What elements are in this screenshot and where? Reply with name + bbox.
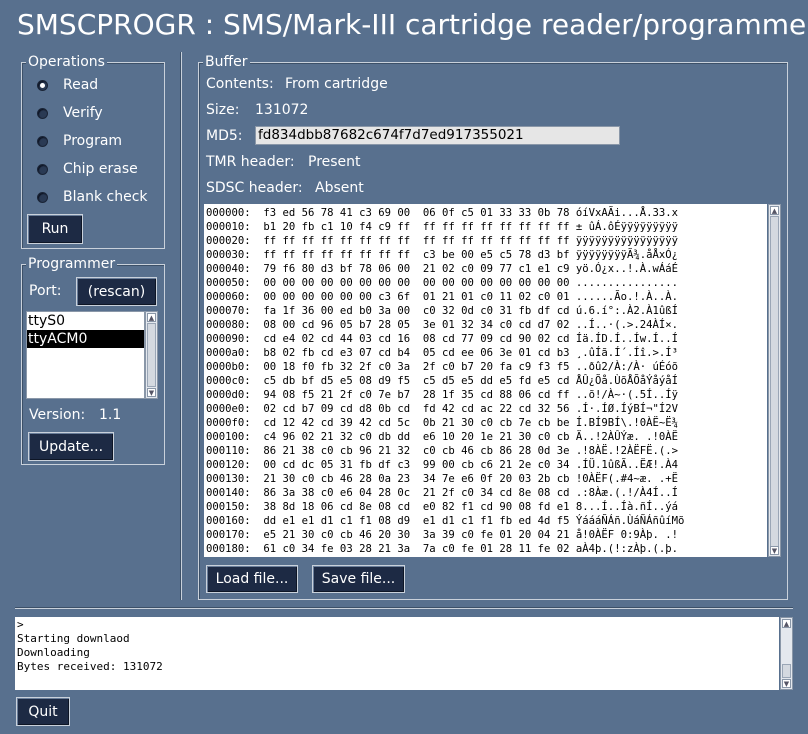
operation-option-read[interactable]: Read xyxy=(37,75,98,95)
scroll-up-icon[interactable]: ▲ xyxy=(770,206,779,215)
operation-option-label: Program xyxy=(63,133,123,149)
scroll-down-icon[interactable]: ▼ xyxy=(770,546,779,555)
scroll-up-icon[interactable]: ▲ xyxy=(782,619,791,628)
hex-dump-line: 0000f0: cd 12 42 cd 39 42 cd 5c 0b 21 30… xyxy=(206,417,678,429)
operation-option-label: Chip erase xyxy=(63,161,138,177)
radio-button[interactable] xyxy=(37,107,48,119)
hex-dump-line: 000120: 00 cd dc 05 31 fb df c3 99 00 cb… xyxy=(206,459,678,471)
hex-dump-line: 000170: e5 21 30 c0 cb 46 20 30 3a 39 c0… xyxy=(206,529,678,541)
hex-dump-line: 000140: 86 3a 38 c0 e6 04 28 0c 21 2f c0… xyxy=(206,487,678,499)
operation-option-chip-erase[interactable]: Chip erase xyxy=(37,159,138,179)
console-output[interactable]: > Starting downlaod Downloading Bytes recei… xyxy=(15,617,779,690)
hex-dump-view[interactable]: 000000: f3 ed 56 78 41 c3 69 00 06 0f c5… xyxy=(204,204,767,557)
size-value: 131072 xyxy=(255,102,309,118)
vertical-separator xyxy=(180,52,182,600)
hex-dump-scrollbar[interactable]: ▲ ▼ xyxy=(768,204,781,557)
run-button[interactable]: Run xyxy=(27,214,83,244)
hex-dump-line: 000020: ff ff ff ff ff ff ff ff ff ff ff… xyxy=(206,235,678,247)
hex-dump-line: 000090: cd e4 02 cd 44 03 cd 16 08 cd 77… xyxy=(206,333,678,345)
hex-dump-line: 000110: 86 21 38 c0 cb 96 21 32 c0 cb 46… xyxy=(206,445,678,457)
window-title: SMSCPROGR : SMS/Mark-III cartridge reade… xyxy=(17,8,808,41)
save-file-button[interactable]: Save file... xyxy=(312,565,405,593)
scroll-thumb[interactable] xyxy=(782,664,791,678)
port-list[interactable]: ttyS0 ttyACM0 ▲ ▼ xyxy=(26,311,158,399)
port-list-scrollbar[interactable]: ▲ ▼ xyxy=(145,311,158,399)
radio-button[interactable] xyxy=(37,163,48,175)
tmr-header-value: Present xyxy=(308,154,361,170)
console-scrollbar[interactable]: ▲ ▼ xyxy=(780,617,793,690)
hex-dump-line: 000030: ff ff ff ff ff ff ff ff c3 be 00… xyxy=(206,249,678,261)
programmer-legend: Programmer xyxy=(26,256,118,272)
scroll-thumb[interactable] xyxy=(770,216,779,547)
operation-option-verify[interactable]: Verify xyxy=(37,103,103,123)
console-line: > xyxy=(17,618,24,631)
hex-dump-line: 000040: 79 f6 80 d3 bf 78 06 00 21 02 c0… xyxy=(206,263,678,275)
port-list-item[interactable]: ttyS0 xyxy=(27,312,144,330)
operation-option-label: Blank check xyxy=(63,189,148,205)
quit-button[interactable]: Quit xyxy=(16,697,70,726)
hex-dump-line: 000100: c4 96 02 21 32 c0 db dd e6 10 20… xyxy=(206,431,678,443)
hex-dump-line: 000000: f3 ed 56 78 41 c3 69 00 06 0f c5… xyxy=(206,207,678,219)
port-label: Port: xyxy=(29,283,62,299)
operation-option-program[interactable]: Program xyxy=(37,131,122,151)
hex-dump-line: 000130: 21 30 c0 cb 46 28 0a 23 34 7e e6… xyxy=(206,473,678,485)
hex-dump-line: 000150: 38 8d 18 06 cd 8e 08 cd e0 82 f1… xyxy=(206,501,678,513)
hex-dump-line: 000070: fa 1f 36 00 ed b0 3a 00 c0 32 0d… xyxy=(206,305,678,317)
load-file-button[interactable]: Load file... xyxy=(206,565,298,593)
hex-dump-line: 0000a0: b8 02 fb cd e3 07 cd b4 05 cd ee… xyxy=(206,347,678,359)
md5-field[interactable]: fd834dbb87682c674f7d7ed917355021 xyxy=(255,126,620,145)
console-line: Bytes received: 131072 xyxy=(17,660,163,673)
tmr-header-label: TMR header: xyxy=(206,154,295,170)
operation-option-label: Read xyxy=(63,77,99,93)
operations-legend: Operations xyxy=(26,54,107,70)
hex-dump-line: 0000c0: c5 db bf d5 e5 08 d9 f5 c5 d5 e5… xyxy=(206,375,678,387)
console-line: Starting downlaod xyxy=(17,632,130,645)
radio-button[interactable] xyxy=(37,135,48,147)
update-button[interactable]: Update... xyxy=(28,432,114,461)
hex-dump-line: 0000e0: 02 cd b7 09 cd d8 0b cd fd 42 cd… xyxy=(206,403,678,415)
port-list-item[interactable]: ttyACM0 xyxy=(27,330,144,348)
horizontal-separator xyxy=(15,607,793,609)
buffer-legend: Buffer xyxy=(203,54,250,70)
console-line: Downloading xyxy=(17,646,90,659)
operation-option-label: Verify xyxy=(63,105,103,121)
hex-dump-line: 0000d0: 94 08 f5 21 2f c0 7e b7 28 1f 35… xyxy=(206,389,678,401)
contents-value: From cartridge xyxy=(285,76,388,92)
scroll-thumb[interactable] xyxy=(147,323,156,387)
version-label: Version: xyxy=(29,407,86,423)
hex-dump-line: 000160: dd e1 e1 d1 c1 f1 08 d9 e1 d1 c1… xyxy=(206,515,685,527)
radio-button[interactable] xyxy=(37,191,48,203)
hex-dump-line: 000050: 00 00 00 00 00 00 00 00 00 00 00… xyxy=(206,277,678,289)
size-label: Size: xyxy=(206,102,240,118)
version-value: 1.1 xyxy=(99,407,122,423)
scroll-up-icon[interactable]: ▲ xyxy=(147,313,156,322)
hex-dump-line: 000080: 08 00 cd 96 05 b7 28 05 3e 01 32… xyxy=(206,319,678,331)
hex-dump-line: 000010: b1 20 fb c1 10 f4 c9 ff ff ff ff… xyxy=(206,221,678,233)
sdsc-header-label: SDSC header: xyxy=(206,180,303,196)
scroll-down-icon[interactable]: ▼ xyxy=(147,388,156,397)
rescan-button[interactable]: (rescan) xyxy=(76,277,157,306)
operation-option-blank-check[interactable]: Blank check xyxy=(37,187,148,207)
radio-button[interactable] xyxy=(37,79,48,91)
hex-dump-line: 000060: 00 00 00 00 00 00 c3 6f 01 21 01… xyxy=(206,291,678,303)
md5-label: MD5: xyxy=(206,128,243,144)
hex-dump-line: 0000b0: 00 18 f0 fb 32 2f c0 3a 2f c0 b7… xyxy=(206,361,678,373)
contents-label: Contents: xyxy=(206,76,274,92)
hex-dump-line: 000180: 61 c0 34 fe 03 28 21 3a 7a c0 fe… xyxy=(206,543,678,555)
sdsc-header-value: Absent xyxy=(315,180,364,196)
scroll-down-icon[interactable]: ▼ xyxy=(782,679,791,688)
